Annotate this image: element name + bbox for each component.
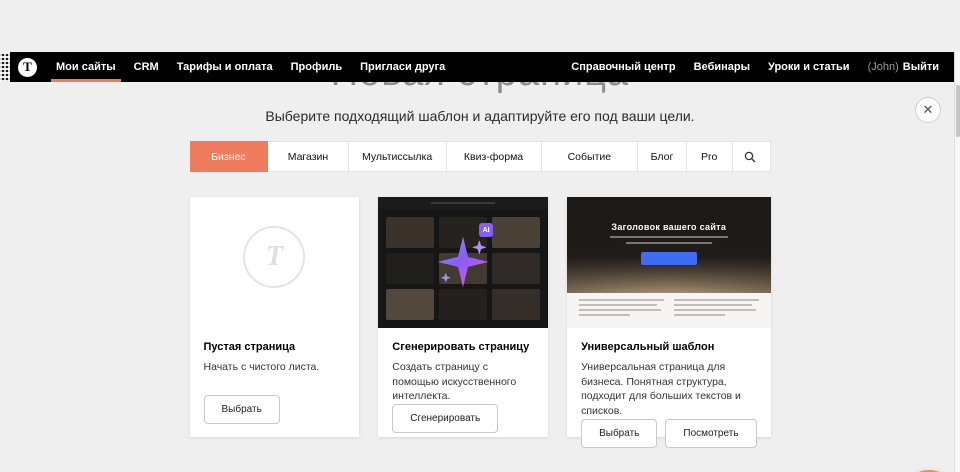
view-universal-button[interactable]: Посмотреть (665, 419, 756, 448)
page-scrollbar[interactable] (954, 52, 960, 472)
user-name: (John) (868, 61, 899, 73)
tab-search[interactable] (733, 142, 769, 171)
card-universal-template[interactable]: Заголовок вашего сайта Универсальный шаб… (567, 197, 770, 437)
choose-universal-button[interactable]: Выбрать (581, 419, 657, 448)
nav-right: Справочный центр Вебинары Уроки и статьи… (562, 52, 960, 82)
ai-badge: AI (479, 223, 493, 237)
tilda-watermark-icon: T (243, 226, 305, 288)
close-icon: ✕ (923, 102, 934, 118)
tab-pro[interactable]: Pro (687, 142, 733, 171)
card-description: Универсальная страница для бизнеса. Поня… (581, 360, 756, 419)
generate-button[interactable]: Сгенерировать (392, 404, 498, 433)
blank-page-preview: T (190, 197, 360, 328)
card-generate-page[interactable]: AI Сгенерировать страницу Создать страни… (378, 197, 548, 437)
preview-hero: Заголовок вашего сайта (567, 197, 770, 293)
card-description: Начать с чистого листа. (204, 360, 346, 375)
search-icon (744, 151, 756, 163)
card-title: Универсальный шаблон (581, 341, 756, 353)
nav-item-webinars[interactable]: Вебинары (685, 52, 759, 82)
card-description: Создать страницу с помощью искусственног… (392, 360, 534, 404)
page-subtitle: Выберите подходящий шаблон и адаптируйте… (0, 108, 960, 124)
card-blank-page[interactable]: T Пустая страница Начать с чистого листа… (190, 197, 360, 437)
ai-generator-preview: AI (378, 197, 548, 328)
tilda-logo[interactable]: T (18, 58, 37, 77)
logo-wrap[interactable]: T (10, 52, 47, 82)
tab-blog[interactable]: Блог (638, 142, 687, 171)
tab-business[interactable]: Бизнес (190, 141, 269, 172)
nav-item-profile[interactable]: Профиль (282, 52, 351, 82)
tab-quiz-form[interactable]: Квиз-форма (447, 142, 542, 171)
logout-label: Выйти (903, 61, 939, 73)
scrollbar-thumb[interactable] (956, 85, 960, 137)
preview-text-section (567, 293, 770, 328)
nav-item-crm[interactable]: CRM (125, 52, 168, 82)
tab-multilink[interactable]: Мультиссылка (349, 142, 447, 171)
card-title: Пустая страница (204, 341, 346, 353)
card-title: Сгенерировать страницу (392, 341, 534, 353)
nav-item-pricing[interactable]: Тарифы и оплата (168, 52, 282, 82)
tab-event[interactable]: Событие (542, 142, 639, 171)
choose-blank-button[interactable]: Выбрать (204, 395, 280, 424)
close-button[interactable]: ✕ (915, 97, 941, 123)
nav-left: Мои сайты CRM Тарифы и оплата Профиль Пр… (47, 52, 454, 82)
template-category-tabs: Бизнес Магазин Мультиссылка Квиз-форма С… (190, 141, 771, 172)
top-nav-bar: T Мои сайты CRM Тарифы и оплата Профиль … (0, 52, 960, 82)
template-cards-row: T Пустая страница Начать с чистого листа… (190, 197, 771, 437)
nav-item-lessons[interactable]: Уроки и статьи (759, 52, 859, 82)
nav-item-invite-friend[interactable]: Пригласи друга (351, 52, 454, 82)
universal-template-preview: Заголовок вашего сайта (567, 197, 770, 328)
nav-item-logout[interactable]: (John) Выйти (859, 52, 948, 82)
preview-cta-button (641, 252, 697, 265)
nav-item-my-sites[interactable]: Мои сайты (47, 52, 125, 82)
corner-pattern-decoration (0, 52, 10, 82)
preview-hero-title: Заголовок вашего сайта (567, 197, 770, 232)
tab-shop[interactable]: Магазин (268, 142, 348, 171)
nav-item-help-center[interactable]: Справочный центр (562, 52, 684, 82)
text-line-decoration (610, 236, 728, 238)
text-line-decoration (626, 242, 712, 244)
